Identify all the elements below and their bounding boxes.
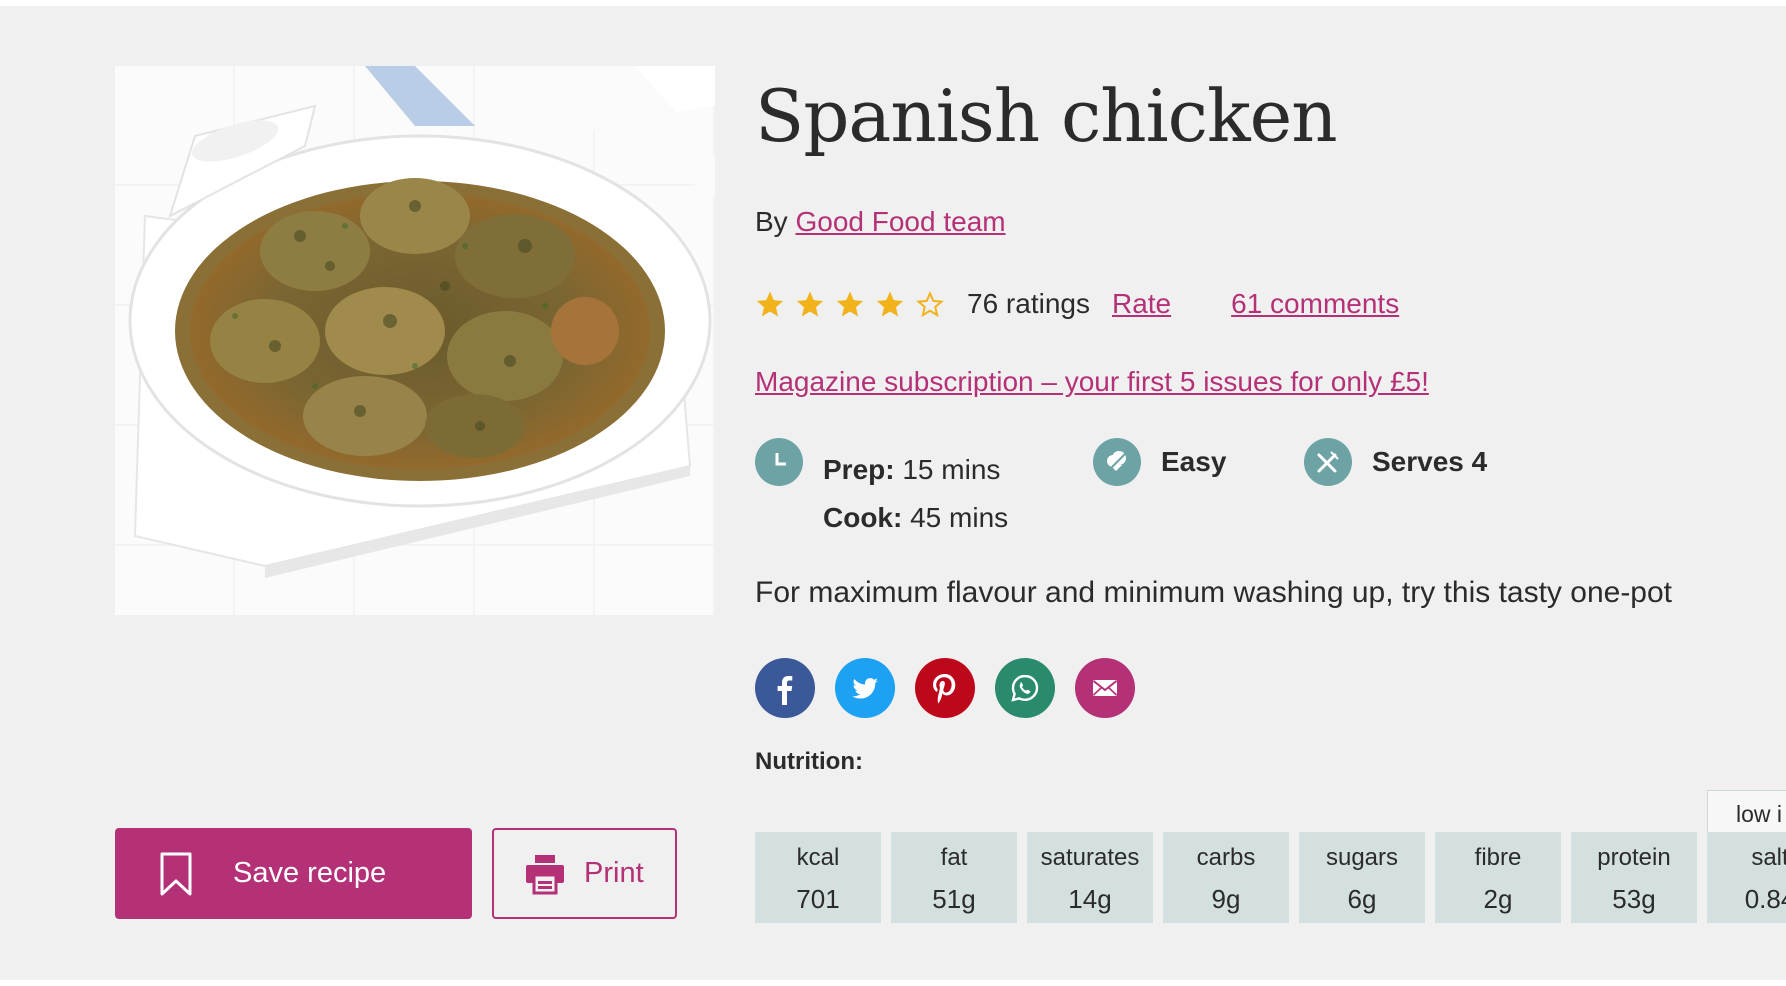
magazine-subscription-link[interactable]: Magazine subscription – your first 5 iss… — [755, 366, 1429, 398]
nutrition-cell-protein: protein 53g — [1571, 832, 1697, 923]
page-title: Spanish chicken — [755, 74, 1338, 158]
nutrition-key: kcal — [796, 844, 840, 871]
pinterest-share-button[interactable] — [915, 658, 975, 718]
difficulty-label: Easy — [1161, 446, 1227, 477]
print-button[interactable]: Print — [492, 828, 677, 919]
nutrition-key: salt — [1751, 844, 1786, 871]
star-rating[interactable] — [755, 289, 945, 319]
byline-prefix: By — [755, 206, 788, 237]
comments-link[interactable]: 61 comments — [1231, 288, 1399, 320]
email-share-button[interactable] — [1075, 658, 1135, 718]
serves-label: Serves 4 — [1372, 446, 1488, 477]
star-filled-icon — [756, 291, 784, 317]
prep-time: Prep: 15 mins — [823, 446, 1008, 494]
whatsapp-share-button[interactable] — [995, 658, 1055, 718]
chef-hat-icon — [1093, 438, 1141, 486]
recipe-description: For maximum flavour and minimum washing … — [755, 576, 1673, 609]
email-icon — [1092, 680, 1118, 696]
nutrition-key: fat — [940, 844, 968, 871]
recipe-image — [115, 66, 715, 615]
nutrition-cell-saturates: saturates 14g — [1027, 832, 1153, 923]
nutrition-key: carbs — [1196, 844, 1256, 871]
difficulty-info: Easy — [1093, 438, 1226, 486]
nutrition-value: 9g — [1211, 884, 1241, 914]
nutrition-key: saturates — [1040, 844, 1140, 871]
bookmark-icon — [160, 852, 192, 895]
twitter-icon — [852, 678, 878, 699]
twitter-share-button[interactable] — [835, 658, 895, 718]
author-link[interactable]: Good Food team — [795, 206, 1005, 237]
low-badge: low i — [1707, 790, 1786, 832]
star-empty-icon — [916, 290, 944, 318]
nutrition-value: 2g — [1483, 884, 1513, 914]
prep-label: Prep: — [823, 454, 895, 485]
cutlery-icon — [1304, 438, 1352, 486]
share-buttons — [755, 658, 1135, 718]
rate-link[interactable]: Rate — [1112, 288, 1171, 320]
nutrition-title: Nutrition: — [755, 748, 863, 775]
nutrition-key: protein — [1597, 844, 1671, 871]
facebook-share-button[interactable] — [755, 658, 815, 718]
nutrition-value: 701 — [796, 884, 840, 914]
nutrition-table: kcal 701 fat 51g saturates 14g carbs 9g suga… — [755, 832, 1786, 923]
nutrition-cell-fat: fat 51g — [891, 832, 1017, 923]
nutrition-value: 51g — [932, 884, 976, 914]
rating-row: 76 ratings Rate 61 comments — [755, 284, 1399, 324]
time-info: Prep: 15 mins Cook: 45 mins — [755, 438, 1008, 542]
nutrition-cell-kcal: kcal 701 — [755, 832, 881, 923]
nutrition-key: fibre — [1474, 844, 1522, 871]
recipe-page: Save recipe Print Spanish chicken By Goo… — [0, 6, 1786, 980]
whatsapp-icon — [1011, 674, 1039, 702]
cook-label: Cook: — [823, 502, 903, 533]
pinterest-icon — [933, 674, 956, 704]
byline: By Good Food team — [755, 206, 1006, 238]
star-filled-icon — [836, 291, 864, 317]
print-label: Print — [584, 857, 644, 889]
star-filled-icon — [876, 291, 904, 317]
nutrition-cell-carbs: carbs 9g — [1163, 832, 1289, 923]
save-recipe-button[interactable]: Save recipe — [115, 828, 472, 919]
clock-icon — [755, 438, 803, 486]
save-recipe-label: Save recipe — [233, 857, 387, 889]
ratings-count: 76 ratings — [967, 288, 1090, 319]
printer-icon — [526, 854, 564, 894]
cook-time: Cook: 45 mins — [823, 494, 1008, 542]
nutrition-key: sugars — [1325, 844, 1399, 871]
nutrition-value: 6g — [1347, 884, 1377, 914]
serves-info: Serves 4 — [1304, 438, 1487, 486]
nutrition-value: 14g — [1068, 884, 1112, 914]
nutrition-value: 53g — [1612, 884, 1656, 914]
facebook-icon — [777, 676, 793, 705]
star-filled-icon — [796, 291, 824, 317]
nutrition-cell-salt: salt 0.84 — [1707, 832, 1786, 923]
nutrition-cell-fibre: fibre 2g — [1435, 832, 1561, 923]
cook-value: 45 mins — [910, 502, 1009, 533]
nutrition-cell-sugars: sugars 6g — [1299, 832, 1425, 923]
nutrition-value: 0.84 — [1744, 884, 1786, 914]
prep-value: 15 mins — [902, 454, 1001, 485]
